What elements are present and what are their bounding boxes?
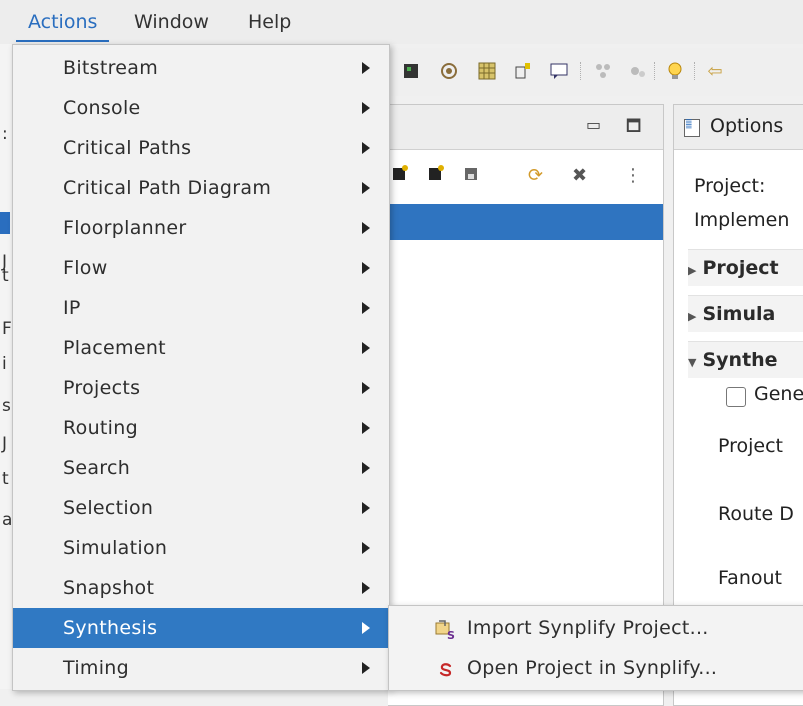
strip-text: J bbox=[2, 434, 8, 454]
collapse-arrow-icon: ▼ bbox=[688, 356, 697, 369]
menu-item-flow[interactable]: Flow bbox=[13, 248, 389, 288]
strip-text: : bbox=[2, 124, 8, 144]
submenu-arrow-icon bbox=[362, 622, 370, 634]
menu-item-synthesis[interactable]: Synthesis bbox=[13, 608, 389, 648]
submenu-arrow-icon bbox=[362, 302, 370, 314]
menu-bar: Actions Window Help bbox=[0, 0, 803, 44]
menu-item-bitstream[interactable]: Bitstream bbox=[13, 48, 389, 88]
field-project-label: Project bbox=[718, 435, 784, 457]
svg-text:S: S bbox=[447, 629, 455, 640]
strip-text: F bbox=[2, 319, 12, 339]
submenu-arrow-icon bbox=[362, 582, 370, 594]
expand-arrow-icon: ▶ bbox=[688, 264, 697, 277]
section-project[interactable]: ▶ Project bbox=[688, 249, 803, 286]
submenu-arrow-icon bbox=[362, 222, 370, 234]
submenu-arrow-icon bbox=[362, 462, 370, 474]
menu-item-simulation[interactable]: Simulation bbox=[13, 528, 389, 568]
menu-item-critical-paths[interactable]: Critical Paths bbox=[13, 128, 389, 168]
options-title[interactable]: Options bbox=[710, 115, 783, 137]
minimize-icon[interactable]: ▭ bbox=[586, 115, 601, 134]
grid-icon[interactable] bbox=[476, 60, 498, 82]
strip-text: t bbox=[2, 469, 9, 489]
menu-item-snapshot[interactable]: Snapshot bbox=[13, 568, 389, 608]
generate-checkbox-label: Gene bbox=[754, 383, 803, 405]
toolbar-separator bbox=[654, 62, 657, 80]
chip-icon[interactable] bbox=[400, 60, 422, 82]
export-icon[interactable] bbox=[512, 60, 534, 82]
selected-row[interactable] bbox=[388, 204, 663, 240]
console-icon[interactable] bbox=[548, 60, 570, 82]
cluster-icon[interactable] bbox=[592, 60, 614, 82]
field-route-label: Route D bbox=[718, 503, 794, 525]
submenu-arrow-icon bbox=[362, 62, 370, 74]
submenu-arrow-icon bbox=[362, 502, 370, 514]
main-toolbar: ⇦ bbox=[388, 48, 803, 96]
view-panel-toolbar: ⟳ ✖ ⋮ bbox=[388, 157, 663, 197]
submenu-arrow-icon bbox=[362, 422, 370, 434]
menu-window[interactable]: Window bbox=[122, 0, 221, 42]
submenu-item-open-synplify[interactable]: Open Project in Synplify... bbox=[389, 648, 803, 688]
project-label: Project: bbox=[694, 175, 766, 197]
menu-help[interactable]: Help bbox=[236, 0, 303, 42]
menu-item-routing[interactable]: Routing bbox=[13, 408, 389, 448]
chip-edit-icon[interactable] bbox=[426, 165, 444, 188]
synthesis-submenu: S Import Synplify Project... Open Projec… bbox=[388, 605, 803, 691]
toolbar-separator bbox=[580, 62, 583, 80]
actions-menu: Bitstream Console Critical Paths Critica… bbox=[12, 44, 390, 691]
submenu-arrow-icon bbox=[362, 142, 370, 154]
strip-text: i bbox=[2, 354, 7, 374]
menu-item-ip[interactable]: IP bbox=[13, 288, 389, 328]
synplify-open-icon bbox=[435, 658, 457, 680]
strip-text: s bbox=[2, 396, 11, 416]
menu-item-critical-path-diagram[interactable]: Critical Path Diagram bbox=[13, 168, 389, 208]
menu-item-console[interactable]: Console bbox=[13, 88, 389, 128]
submenu-arrow-icon bbox=[362, 382, 370, 394]
submenu-arrow-icon bbox=[362, 262, 370, 274]
menu-item-placement[interactable]: Placement bbox=[13, 328, 389, 368]
chip-save-icon[interactable] bbox=[462, 165, 480, 188]
field-fanout-label: Fanout bbox=[718, 567, 782, 589]
more-options-icon[interactable]: ⋮ bbox=[624, 165, 642, 186]
menu-actions[interactable]: Actions bbox=[16, 0, 110, 42]
implementation-label: Implemen bbox=[694, 209, 790, 231]
gears-icon[interactable] bbox=[626, 60, 648, 82]
section-synthesis[interactable]: ▼ Synthe bbox=[688, 341, 803, 378]
menu-item-timing[interactable]: Timing bbox=[13, 648, 389, 688]
chip-add-icon[interactable] bbox=[390, 165, 408, 188]
submenu-arrow-icon bbox=[362, 182, 370, 194]
settings-chip-icon[interactable] bbox=[438, 60, 460, 82]
options-icon: ≡ ≡ bbox=[684, 118, 700, 137]
delete-icon[interactable]: ✖ bbox=[572, 165, 587, 186]
strip-text: t bbox=[2, 266, 9, 286]
expand-arrow-icon: ▶ bbox=[688, 310, 697, 323]
options-panel-header: ≡ ≡ Options bbox=[674, 105, 803, 150]
menu-item-projects[interactable]: Projects bbox=[13, 368, 389, 408]
menu-item-floorplanner[interactable]: Floorplanner bbox=[13, 208, 389, 248]
strip-selection bbox=[0, 212, 10, 234]
submenu-item-import-synplify[interactable]: S Import Synplify Project... bbox=[389, 608, 803, 648]
refresh-icon[interactable]: ⟳ bbox=[528, 165, 543, 186]
strip-text: a bbox=[2, 510, 13, 530]
toolbar-separator bbox=[694, 62, 697, 80]
submenu-arrow-icon bbox=[362, 102, 370, 114]
synplify-import-icon: S bbox=[435, 618, 457, 642]
view-panel-header: ▭ 🗖 bbox=[388, 105, 663, 150]
section-simulation[interactable]: ▶ Simula bbox=[688, 295, 803, 332]
submenu-arrow-icon bbox=[362, 662, 370, 674]
menu-item-search[interactable]: Search bbox=[13, 448, 389, 488]
menu-item-selection[interactable]: Selection bbox=[13, 488, 389, 528]
generate-checkbox[interactable] bbox=[726, 387, 746, 407]
back-arrow-icon[interactable]: ⇦ bbox=[704, 60, 726, 82]
lightbulb-icon[interactable] bbox=[664, 60, 686, 82]
maximize-icon[interactable]: 🗖 bbox=[626, 115, 641, 142]
submenu-arrow-icon bbox=[362, 342, 370, 354]
submenu-arrow-icon bbox=[362, 542, 370, 554]
